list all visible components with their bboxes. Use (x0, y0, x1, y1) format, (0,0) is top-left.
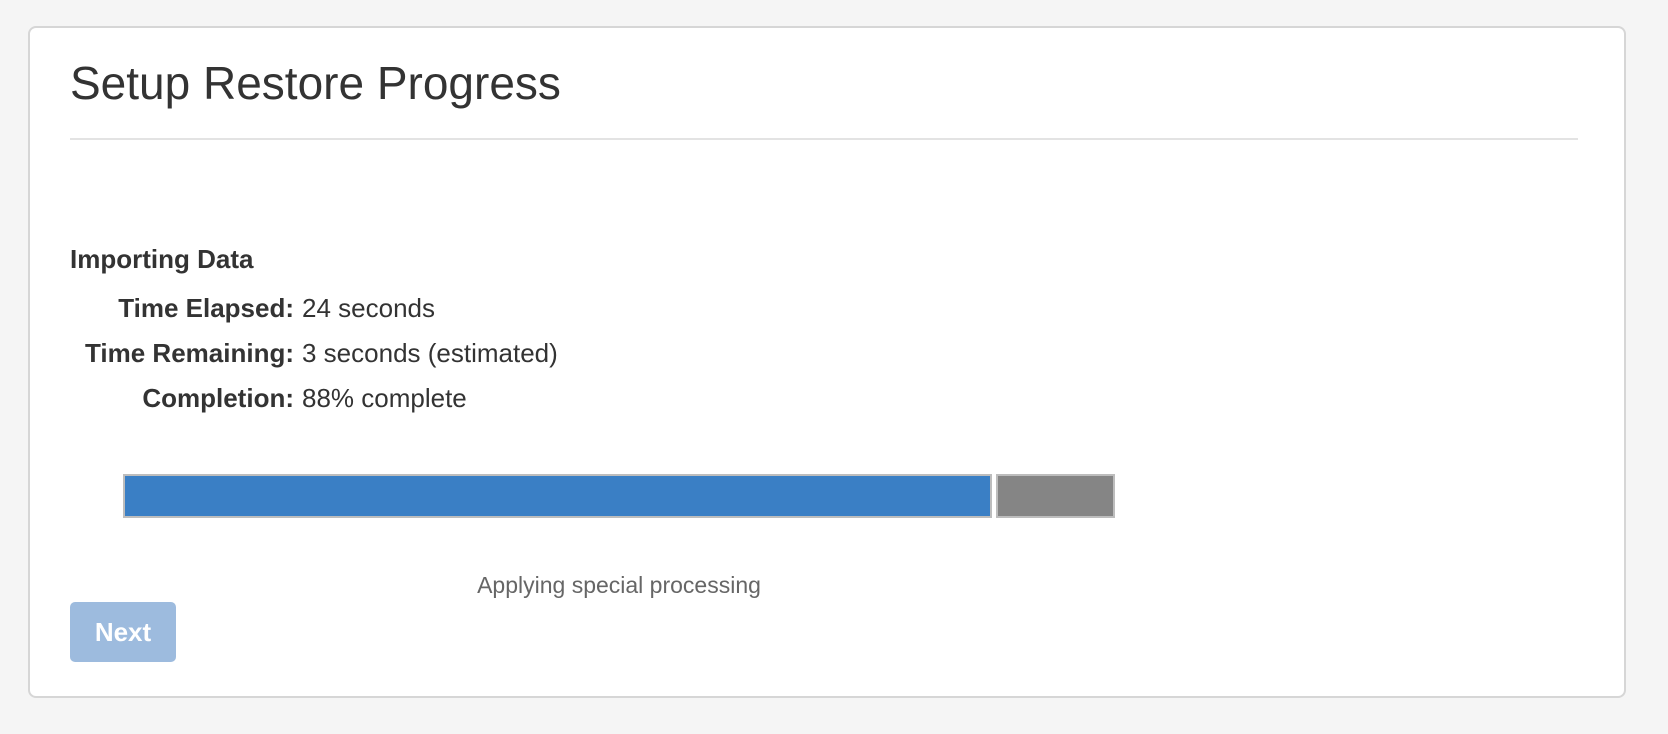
completion-value: 88% complete (302, 383, 467, 413)
progress-status-text: Applying special processing (477, 572, 761, 598)
restore-progress-panel: Setup Restore Progress Importing Data Ti… (28, 26, 1626, 698)
time-elapsed-label: Time Elapsed: (118, 293, 294, 323)
progress-bar-fill (123, 474, 992, 518)
time-elapsed-row: Time Elapsed: 24 seconds (70, 290, 435, 326)
time-remaining-row: Time Remaining: 3 seconds (estimated) (70, 335, 558, 371)
completion-label: Completion: (142, 383, 294, 413)
progress-bar-remaining (996, 474, 1115, 518)
time-remaining-value: 3 seconds (estimated) (302, 338, 558, 368)
title-divider (70, 138, 1578, 140)
section-heading: Importing Data (70, 244, 254, 274)
progress-bar (123, 474, 1115, 518)
completion-row: Completion: 88% complete (70, 380, 467, 416)
time-remaining-label: Time Remaining: (84, 338, 294, 368)
time-elapsed-value: 24 seconds (302, 293, 435, 323)
next-button[interactable]: Next (70, 602, 176, 662)
page-title: Setup Restore Progress (70, 57, 561, 109)
